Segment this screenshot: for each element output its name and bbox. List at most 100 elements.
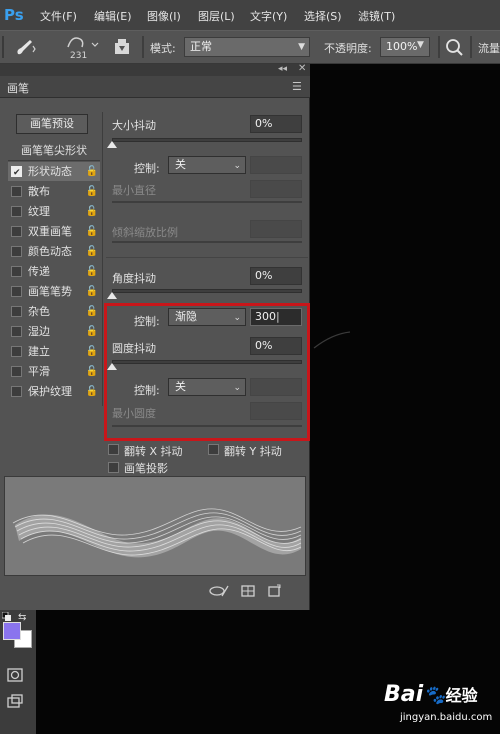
screen-mode-icon[interactable] xyxy=(6,694,24,710)
stroke-preview-image xyxy=(12,508,302,558)
brush-option-item[interactable]: 形状动态 🔓 xyxy=(8,162,100,183)
min-diameter-label: 最小直径 xyxy=(112,184,156,197)
option-checkbox[interactable] xyxy=(11,266,22,277)
lock-icon[interactable]: 🔓 xyxy=(86,382,98,401)
lock-icon[interactable]: 🔓 xyxy=(86,362,98,381)
menu-type[interactable]: 文字(Y) xyxy=(250,8,287,24)
size-control-number xyxy=(250,156,302,174)
option-label: 形状动态 xyxy=(28,165,72,178)
flip-y-checkbox[interactable] xyxy=(208,444,219,455)
lock-icon[interactable]: 🔓 xyxy=(86,342,98,361)
menu-filter[interactable]: 滤镜(T) xyxy=(358,8,395,24)
brush-panel-toggle-icon[interactable] xyxy=(112,37,132,57)
option-checkbox[interactable] xyxy=(11,186,22,197)
brush-projection-checkbox[interactable] xyxy=(108,462,119,473)
brush-option-item[interactable]: 杂色 🔓 xyxy=(8,302,100,321)
options-bar-grip xyxy=(2,36,4,58)
option-label: 保护纹理 xyxy=(28,385,72,398)
watermark-url: jingyan.baidu.com xyxy=(400,712,493,723)
chevron-down-icon: ▼ xyxy=(298,42,305,52)
flip-x-checkbox[interactable] xyxy=(108,444,119,455)
highlight-box xyxy=(104,303,310,441)
quick-mask-icon[interactable] xyxy=(6,667,24,683)
size-jitter-slider-track[interactable] xyxy=(112,138,302,142)
brush-option-item[interactable]: 平滑 🔓 xyxy=(8,362,100,381)
brush-projection-label: 画笔投影 xyxy=(124,462,168,475)
grid-icon[interactable] xyxy=(240,583,256,599)
size-control-dropdown[interactable]: 关 ⌄ xyxy=(168,156,246,174)
brush-presets-button[interactable]: 画笔预设 xyxy=(16,114,88,134)
lock-icon[interactable]: 🔓 xyxy=(86,242,98,261)
brush-stroke-preview xyxy=(4,476,306,576)
paw-icon: 🐾 xyxy=(423,685,446,706)
collapse-panel-icon[interactable]: ◂◂ xyxy=(278,64,287,74)
option-checkbox[interactable] xyxy=(11,246,22,257)
lock-icon[interactable]: 🔓 xyxy=(86,182,98,201)
size-jitter-slider-thumb[interactable] xyxy=(107,141,117,148)
option-checkbox[interactable] xyxy=(11,386,22,397)
divider xyxy=(106,257,308,258)
canvas-stroke-mark xyxy=(313,331,351,349)
option-checkbox[interactable] xyxy=(11,286,22,297)
tilt-scale-field xyxy=(250,220,302,238)
brush-option-item[interactable]: 湿边 🔓 xyxy=(8,322,100,341)
lock-icon[interactable]: 🔓 xyxy=(86,282,98,301)
brush-option-item[interactable]: 纹理 🔓 xyxy=(8,202,100,221)
lock-icon[interactable]: 🔓 xyxy=(86,302,98,321)
menu-file[interactable]: 文件(F) xyxy=(40,8,77,24)
option-label: 建立 xyxy=(28,345,50,358)
brush-option-item[interactable]: 画笔笔势 🔓 xyxy=(8,282,100,301)
toggle-live-tip-icon[interactable] xyxy=(208,583,230,599)
option-checkbox[interactable] xyxy=(11,226,22,237)
lock-icon[interactable]: 🔓 xyxy=(86,262,98,281)
brush-option-item[interactable]: 保护纹理 🔓 xyxy=(8,382,100,401)
size-jitter-field[interactable]: 0% xyxy=(250,115,302,133)
brush-option-item[interactable]: 散布 🔓 xyxy=(8,182,100,201)
lock-icon[interactable]: 🔓 xyxy=(86,162,98,181)
option-checkbox[interactable] xyxy=(11,346,22,357)
angle-jitter-label: 角度抖动 xyxy=(112,272,156,285)
min-diameter-field xyxy=(250,180,302,198)
brush-option-item[interactable]: 传递 🔓 xyxy=(8,262,100,281)
size-jitter-label: 大小抖动 xyxy=(112,119,156,132)
new-brush-icon[interactable] xyxy=(266,583,282,599)
brush-preset-picker[interactable]: 231 xyxy=(62,33,102,61)
option-checkbox[interactable] xyxy=(11,206,22,217)
lock-icon[interactable]: 🔓 xyxy=(86,222,98,241)
pressure-opacity-icon[interactable] xyxy=(444,37,464,57)
option-checkbox[interactable] xyxy=(11,326,22,337)
brush-option-item[interactable]: 双重画笔 🔓 xyxy=(8,222,100,241)
panel-divider xyxy=(102,112,103,406)
menu-edit[interactable]: 编辑(E) xyxy=(94,8,132,24)
tab-brush[interactable]: 画笔 xyxy=(7,80,29,96)
option-checkbox[interactable] xyxy=(11,366,22,377)
lock-icon[interactable]: 🔓 xyxy=(86,202,98,221)
panel-menu-icon[interactable]: ☰ xyxy=(292,80,302,93)
option-checkbox[interactable] xyxy=(11,164,22,183)
min-diameter-slider-track xyxy=(112,201,302,203)
brush-size-readout: 231 xyxy=(70,51,88,61)
menu-image[interactable]: 图像(I) xyxy=(147,8,181,24)
close-panel-icon[interactable]: ✕ xyxy=(298,63,306,74)
default-colors-icon[interactable] xyxy=(1,611,14,622)
chevron-down-icon[interactable]: ▼ xyxy=(417,40,424,50)
menu-layer[interactable]: 图层(L) xyxy=(198,8,235,24)
brush-tip-shape-header[interactable]: 画笔笔尖形状 xyxy=(8,141,100,161)
option-label: 散布 xyxy=(28,185,50,198)
separator xyxy=(142,36,144,58)
size-control-value: 关 xyxy=(175,158,186,171)
angle-jitter-field[interactable]: 0% xyxy=(250,267,302,285)
brush-option-item[interactable]: 建立 🔓 xyxy=(8,342,100,361)
brush-tool-icon[interactable] xyxy=(12,36,38,58)
option-checkbox[interactable] xyxy=(11,306,22,317)
brush-option-item[interactable]: 颜色动态 🔓 xyxy=(8,242,100,261)
flow-label: 流量 xyxy=(478,42,500,55)
angle-jitter-slider-thumb[interactable] xyxy=(107,292,117,299)
foreground-color-swatch[interactable] xyxy=(3,622,21,640)
watermark-brand-suffix: 经验 xyxy=(445,686,478,705)
option-label: 双重画笔 xyxy=(28,225,72,238)
menu-select[interactable]: 选择(S) xyxy=(304,8,342,24)
mode-dropdown[interactable]: 正常 ▼ xyxy=(184,37,310,57)
angle-jitter-slider-track[interactable] xyxy=(112,289,302,293)
lock-icon[interactable]: 🔓 xyxy=(86,322,98,341)
